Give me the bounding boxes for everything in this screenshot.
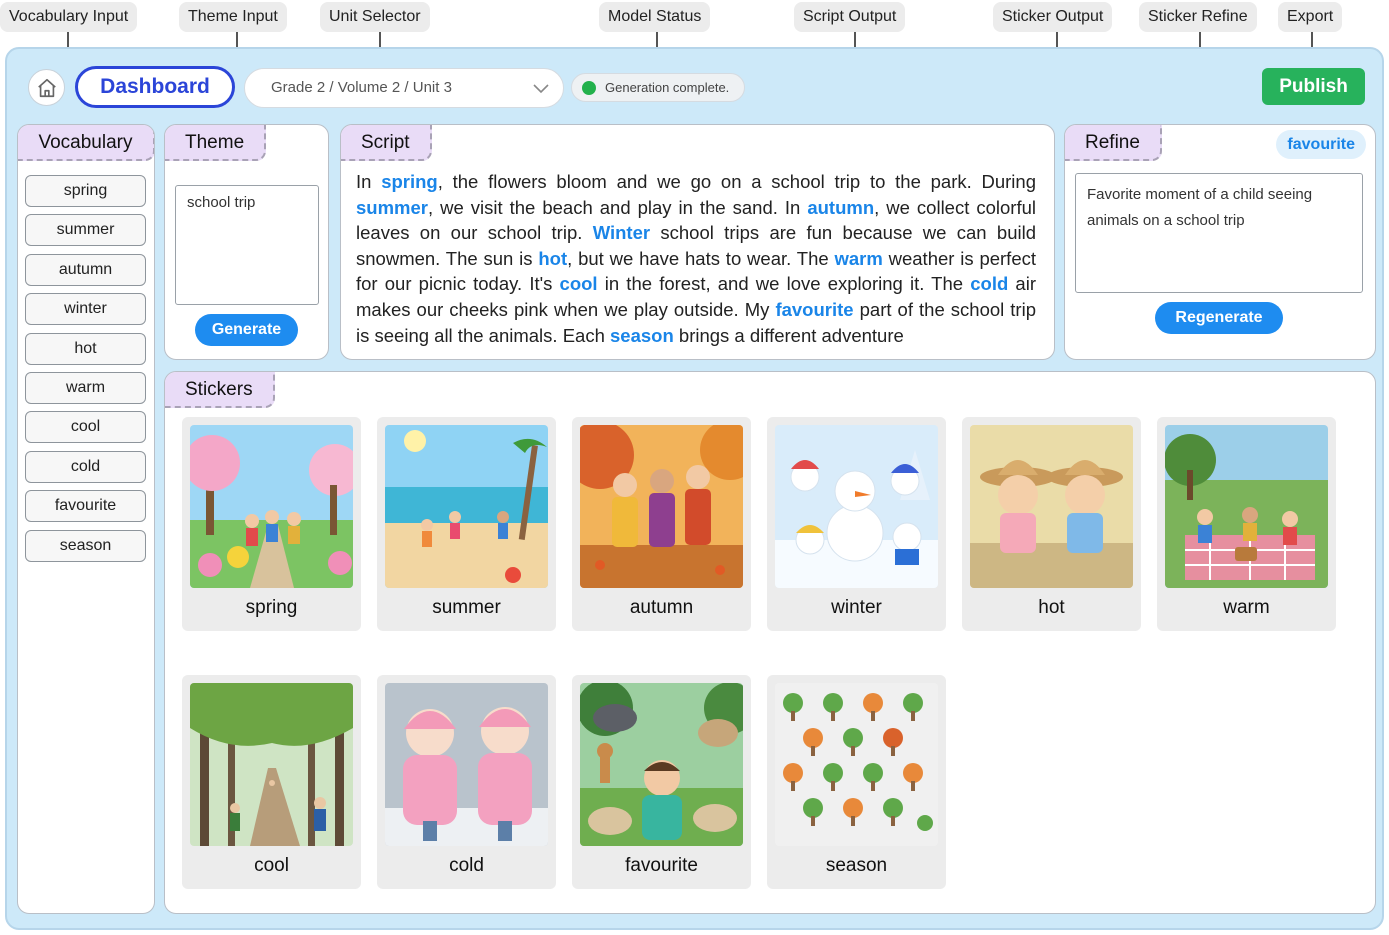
script-keyword[interactable]: hot (538, 248, 567, 269)
refine-title: Refine (1065, 125, 1162, 161)
refine-prompt-input[interactable]: Favorite moment of a child seeing animal… (1075, 173, 1363, 293)
script-text-segment: in the forest, and we love exploring it.… (597, 273, 971, 295)
vocabulary-item[interactable]: warm (25, 371, 146, 404)
vocabulary-item[interactable]: spring (25, 175, 146, 207)
vocabulary-item[interactable]: summer (25, 214, 146, 247)
sticker-card-winter[interactable]: winter (767, 417, 946, 631)
model-status: Generation complete. (571, 73, 745, 102)
selected-word-badge: favourite (1276, 130, 1366, 159)
home-icon (37, 78, 56, 97)
summer-scene-image (385, 425, 548, 588)
script-text-segment: brings a different adventure (673, 324, 904, 346)
stickers-title: Stickers (165, 372, 275, 408)
sticker-card-hot[interactable]: hot (962, 417, 1141, 631)
vocabulary-panel: Vocabulary spring summer autumn winter hot wa… (17, 124, 155, 914)
vocabulary-item[interactable]: autumn (25, 253, 146, 286)
generate-button[interactable]: Generate (195, 314, 298, 346)
sticker-card-cold[interactable]: cold (377, 675, 556, 889)
sticker-label: spring (245, 597, 298, 618)
chevron-down-icon (533, 84, 549, 94)
script-title: Script (341, 125, 432, 161)
script-keyword[interactable]: cool (560, 273, 598, 294)
sticker-label: winter (831, 597, 882, 618)
publish-button[interactable]: Publish (1262, 68, 1365, 105)
sticker-label: summer (432, 597, 501, 618)
sticker-label: cold (449, 855, 484, 876)
vocabulary-item[interactable]: cold (25, 450, 146, 483)
annotation-sticker-refine: Sticker Refine (1139, 2, 1257, 32)
autumn-scene-image (580, 425, 743, 588)
script-output: In spring, the flowers bloom and we go o… (356, 169, 1036, 348)
script-keyword[interactable]: spring (381, 171, 438, 192)
sticker-card-spring[interactable]: spring (182, 417, 361, 631)
spring-scene-image (190, 425, 353, 588)
sticker-label: warm (1223, 597, 1270, 618)
refine-panel: Refine favourite Favorite moment of a ch… (1064, 124, 1376, 360)
theme-input[interactable]: school trip (175, 185, 319, 305)
sticker-card-season[interactable]: season (767, 675, 946, 889)
sticker-label: season (825, 855, 888, 876)
warm-scene-image (1165, 425, 1328, 588)
annotation-model-status: Model Status (599, 2, 711, 32)
vocabulary-item[interactable]: cool (25, 411, 146, 444)
vocabulary-title: Vocabulary (18, 125, 154, 161)
script-keyword[interactable]: season (610, 325, 674, 346)
sticker-card-cool[interactable]: cool (182, 675, 361, 889)
unit-selector-value: Grade 2 / Volume 2 / Unit 3 (271, 79, 452, 96)
app-window: Dashboard Grade 2 / Volume 2 / Unit 3 Ge… (5, 47, 1384, 930)
script-text-segment: In (356, 171, 382, 192)
script-keyword[interactable]: warm (834, 248, 882, 269)
stickers-panel: Stickers spring summer autumn winter hot warm… (164, 371, 1376, 914)
sticker-label: autumn (629, 597, 694, 618)
sticker-card-autumn[interactable]: autumn (572, 417, 751, 631)
script-keyword[interactable]: summer (356, 197, 428, 218)
vocabulary-item[interactable]: season (25, 529, 146, 562)
annotation-sticker-output: Sticker Output (993, 2, 1113, 32)
unit-selector[interactable]: Grade 2 / Volume 2 / Unit 3 (244, 68, 564, 108)
theme-title: Theme (165, 125, 267, 161)
winter-scene-image (775, 425, 938, 588)
script-text-segment: , the flowers bloom and we go on a schoo… (437, 171, 1036, 192)
annotation-unit-selector: Unit Selector (320, 2, 430, 32)
annotation-export: Export (1278, 2, 1343, 32)
hot-scene-image (970, 425, 1133, 588)
cold-scene-image (385, 683, 548, 846)
vocabulary-item[interactable]: favourite (25, 490, 146, 523)
script-text-segment: , but we have hats to wear. The (567, 247, 835, 269)
status-indicator-icon (582, 80, 596, 95)
script-keyword[interactable]: cold (970, 273, 1008, 294)
sticker-card-warm[interactable]: warm (1157, 417, 1336, 631)
favourite-scene-image (580, 683, 743, 846)
sticker-label: hot (1038, 597, 1065, 618)
sticker-label: favourite (625, 855, 698, 876)
sticker-card-summer[interactable]: summer (377, 417, 556, 631)
vocabulary-item[interactable]: hot (25, 332, 146, 365)
script-keyword[interactable]: Winter (593, 222, 650, 243)
script-keyword[interactable]: favourite (775, 299, 853, 320)
annotation-theme-input: Theme Input (179, 2, 287, 32)
annotation-vocabulary-input: Vocabulary Input (0, 2, 138, 32)
script-panel: Script In spring, the flowers bloom and … (340, 124, 1055, 360)
annotation-script-output: Script Output (794, 2, 906, 32)
home-button[interactable] (28, 69, 65, 106)
regenerate-button[interactable]: Regenerate (1155, 302, 1283, 334)
theme-panel: Theme school trip Generate (164, 124, 329, 360)
sticker-label: cool (254, 855, 289, 876)
script-keyword[interactable]: autumn (807, 197, 874, 218)
vocabulary-list: spring summer autumn winter hot warm cool cold f… (25, 175, 146, 569)
cool-scene-image (190, 683, 353, 846)
dashboard-button[interactable]: Dashboard (75, 66, 235, 108)
status-text: Generation complete. (605, 80, 730, 95)
season-scene-image (775, 683, 938, 846)
sticker-card-favourite[interactable]: favourite (572, 675, 751, 889)
vocabulary-item[interactable]: winter (25, 293, 146, 326)
script-text-segment: , we visit the beach and play in the san… (427, 196, 808, 218)
